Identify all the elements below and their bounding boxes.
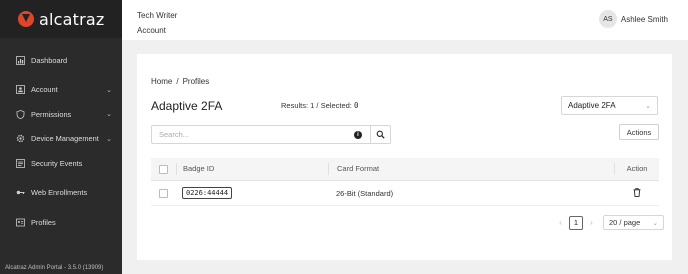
breadcrumb: Home / Profiles [151, 77, 209, 86]
section-name: Account [137, 26, 166, 35]
next-page-icon[interactable]: › [586, 218, 597, 227]
avatar[interactable]: AS [598, 10, 617, 28]
brand-name: alcatraz [39, 9, 105, 29]
badge-id-tag: 0226:44444 [182, 187, 233, 199]
row-checkbox[interactable] [159, 188, 168, 198]
sidebar-item-permissions[interactable]: Permissions ⌄ [0, 102, 122, 127]
chevron-down-icon: ⌄ [652, 219, 658, 227]
sidebar-item-security-events[interactable]: Security Events [0, 151, 122, 176]
org-context: Tech Writer Account [137, 8, 177, 38]
sidebar-nav: Dashboard Account ⌄ Permissions ⌄ Device… [0, 48, 122, 235]
trash-icon[interactable] [633, 187, 641, 199]
prev-page-icon[interactable]: ‹ [555, 218, 566, 227]
shield-icon [16, 109, 25, 119]
profile-select-value: Adaptive 2FA [568, 101, 616, 110]
sidebar-item-label: Security Events [31, 158, 83, 168]
alcatraz-logo-icon [18, 11, 34, 27]
page-size-select[interactable]: 20 / page ⌄ [603, 215, 664, 230]
user-menu[interactable]: AS Ashlee Smith [598, 10, 668, 28]
sidebar-item-web-enrollments[interactable]: Web Enrollments [0, 181, 122, 206]
card-format-cell: 26-Bit (Standard) [336, 188, 394, 198]
badges-table: Badge ID Card Format Action 0226:44444 2… [151, 158, 659, 206]
column-header-action: Action [614, 163, 659, 175]
column-header-card-format[interactable]: Card Format [328, 163, 614, 175]
profiles-card: Home / Profiles Adaptive 2FA Results: 1 / … [137, 54, 672, 260]
top-header: Tech Writer Account AS Ashlee Smith [122, 0, 688, 40]
sidebar-item-label: Permissions [31, 109, 72, 119]
breadcrumb-home[interactable]: Home [151, 77, 172, 86]
sidebar-item-label: Web Enrollments [31, 188, 88, 198]
page-number-current[interactable]: 1 [569, 215, 583, 230]
account-icon [16, 85, 25, 95]
table-header: Badge ID Card Format Action [151, 158, 659, 181]
version-footer: Alcatraz Admin Portal - 3.5.0 (13909) [5, 265, 104, 271]
sidebar-item-account[interactable]: Account ⌄ [0, 78, 122, 103]
page-title: Adaptive 2FA [151, 99, 223, 113]
chevron-down-icon[interactable]: ⌄ [106, 110, 112, 118]
sidebar-item-label: Account [31, 85, 58, 95]
search-input[interactable] [152, 126, 354, 143]
org-name[interactable]: Tech Writer [137, 8, 177, 23]
chevron-down-icon: ⌄ [645, 102, 651, 110]
bar-chart-icon [16, 55, 25, 65]
sidebar-item-dashboard[interactable]: Dashboard [0, 48, 122, 73]
chevron-down-icon[interactable]: ⌄ [106, 86, 112, 94]
user-name[interactable]: Ashlee Smith [621, 15, 668, 24]
key-icon [16, 188, 25, 197]
id-card-icon [16, 218, 25, 227]
actions-button[interactable]: Actions [619, 124, 659, 140]
search-icon [376, 130, 385, 139]
sidebar: alcatraz Dashboard Account ⌄ Permissions… [0, 0, 122, 274]
profile-select[interactable]: Adaptive 2FA ⌄ [561, 96, 658, 115]
page-size-value: 20 / page [609, 218, 641, 227]
sidebar-item-label: Dashboard [31, 55, 68, 65]
brand[interactable]: alcatraz [0, 0, 122, 38]
sidebar-item-label: Profiles [31, 217, 56, 227]
info-icon[interactable]: i [354, 130, 362, 139]
sidebar-item-label: Device Management [31, 134, 99, 144]
gear-icon [16, 134, 25, 143]
select-all-checkbox[interactable] [159, 164, 168, 174]
breadcrumb-separator: / [176, 77, 179, 86]
selected-count: 0 [353, 101, 359, 110]
breadcrumb-current: Profiles [182, 77, 210, 86]
column-header-badge-id[interactable]: Badge ID [176, 163, 328, 175]
search-button[interactable] [370, 126, 390, 143]
search-box: i [151, 125, 391, 144]
sidebar-item-profiles[interactable]: Profiles [0, 210, 122, 235]
chevron-down-icon[interactable]: ⌄ [106, 135, 112, 143]
list-icon [16, 158, 25, 168]
results-label: Results: 1 / Selected: [281, 101, 354, 110]
pagination: ‹ 1 › 20 / page ⌄ [555, 215, 664, 230]
sidebar-item-device-management[interactable]: Device Management ⌄ [0, 127, 122, 152]
table-row: 0226:44444 26-Bit (Standard) [151, 181, 659, 206]
results-summary: Results: 1 / Selected: 0 [281, 101, 358, 110]
